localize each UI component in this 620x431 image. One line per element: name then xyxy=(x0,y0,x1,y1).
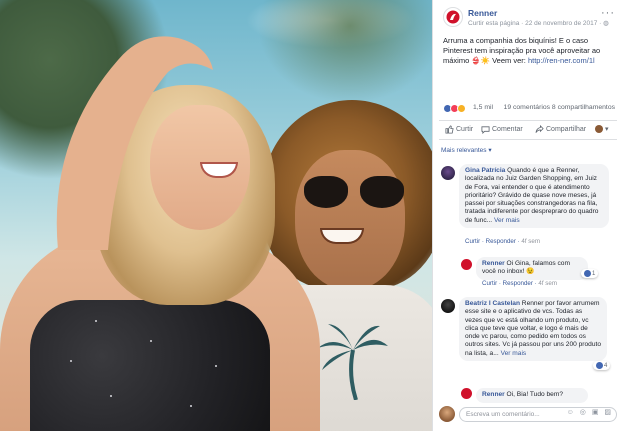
comment-filter[interactable]: Mais relevantes ▾ xyxy=(441,146,492,154)
reply-like-reply-links[interactable]: Curtir · Responder · xyxy=(482,280,538,287)
see-more-link[interactable]: Ver mais xyxy=(501,350,527,357)
comment-button[interactable]: Comentar xyxy=(481,125,523,134)
user-avatar-mini xyxy=(595,125,603,133)
sparkle xyxy=(215,365,217,367)
sparkle xyxy=(95,320,97,322)
woman-swimsuit xyxy=(30,300,270,431)
globe-icon: ◍ xyxy=(603,20,609,27)
reply-item: Renner Oi, Bia! Tudo bem? xyxy=(461,388,617,404)
write-comment-bar: Escreva um comentário... ☺ ◎ ▣ ▨ xyxy=(439,405,617,425)
reaction-selector-button[interactable]: ▾ xyxy=(595,125,609,133)
like-label: Curtir xyxy=(456,126,474,133)
thumbs-up-icon xyxy=(445,125,454,134)
reply-author[interactable]: Renner xyxy=(482,260,505,267)
comment-tools-icons[interactable]: ☺ ◎ ▣ ▨ xyxy=(567,408,613,416)
renner-logo-avatar[interactable] xyxy=(443,7,463,27)
comment-input-placeholder: Escreva um comentário... xyxy=(466,411,540,418)
sparkle xyxy=(150,340,152,342)
sparkle xyxy=(70,360,72,362)
post-actions: Curtir Comentar Compartilhar ▾ xyxy=(439,120,617,140)
comment-share-stats[interactable]: 19 comentários 8 compartilhamentos xyxy=(504,104,615,111)
comment-bubble: Beatriz I Castelan Renner por favor arru… xyxy=(459,297,607,362)
sparkle xyxy=(110,395,112,397)
share-button[interactable]: Compartilhar xyxy=(535,125,586,134)
post-header: Renner Curtir esta página · 22 de novemb… xyxy=(443,7,615,31)
reply-bubble: Renner Oi, Bia! Tudo bem? xyxy=(476,388,588,404)
post-link[interactable]: http://ren-ner.com/1l xyxy=(528,56,595,65)
woman-raised-arm xyxy=(56,36,213,250)
current-user-avatar xyxy=(439,406,455,422)
reply-text: Oi, Bia! Tudo bem? xyxy=(504,391,563,398)
page-name[interactable]: Renner xyxy=(468,8,497,18)
palm-tree-shadow-right xyxy=(250,0,432,110)
comment-label: Comentar xyxy=(492,126,523,133)
reply-author[interactable]: Renner xyxy=(482,391,505,398)
comment-author[interactable]: Beatriz I Castelan xyxy=(465,300,520,307)
wow-reaction-icon xyxy=(457,104,466,113)
renner-reply-avatar[interactable] xyxy=(461,388,472,399)
comment-like-count[interactable]: 4 xyxy=(593,361,611,371)
reaction-count[interactable]: 1,5 mil xyxy=(473,104,493,111)
reply-actions: Curtir · Responder · 4f sem xyxy=(482,280,557,287)
reply-like-count[interactable]: 1 xyxy=(581,269,599,279)
reaction-icons xyxy=(443,104,466,113)
like-reaction-icon xyxy=(584,270,591,277)
sparkle xyxy=(190,405,192,407)
comment-item: Beatriz I Castelan Renner por favor arru… xyxy=(441,297,617,379)
reply-item: Renner Oi Gina, falamos com você no inbo… xyxy=(461,257,617,287)
post-caption: Arruma a companhia dos biquínis! E o cas… xyxy=(443,36,601,65)
like-reaction-icon xyxy=(596,362,603,369)
reactions-bar[interactable]: 1,5 mil 19 comentários 8 compartilhament… xyxy=(443,103,615,115)
renner-logo-icon xyxy=(446,10,460,24)
renner-reply-avatar[interactable] xyxy=(461,259,472,270)
sunglasses xyxy=(300,170,410,214)
post-meta: Curtir esta página · 22 de novembro de 2… xyxy=(468,20,609,27)
reply-time: 4f sem xyxy=(538,280,557,287)
commenter-avatar[interactable] xyxy=(441,299,455,313)
chevron-down-icon: ▾ xyxy=(605,126,609,133)
comment-bubble-icon xyxy=(481,126,490,134)
see-more-link[interactable]: Ver mais xyxy=(494,217,520,224)
ellipsis-icon[interactable]: ··· xyxy=(601,7,615,19)
comment-text: Quando é que a Renner, localizada no Jui… xyxy=(465,167,599,224)
comment-time: 4f sem xyxy=(521,238,540,245)
palm-tree-print xyxy=(318,324,388,400)
like-button[interactable]: Curtir xyxy=(445,125,473,134)
share-label: Compartilhar xyxy=(546,126,587,133)
comment-like-reply-links[interactable]: Curtir · Responder · xyxy=(465,238,521,245)
reply-bubble: Renner Oi Gina, falamos com você no inbo… xyxy=(476,257,588,280)
comment-item: Gina Patrícia Quando é que a Renner, loc… xyxy=(441,164,617,248)
comment-author[interactable]: Gina Patrícia xyxy=(465,167,505,174)
share-arrow-icon xyxy=(535,125,544,133)
comment-text: Renner por favor arrumem esse site e o a… xyxy=(465,300,601,357)
comment-actions: Curtir · Responder · 4f sem xyxy=(465,238,540,245)
post-side-panel: Renner Curtir esta página · 22 de novemb… xyxy=(432,0,620,431)
post-photo[interactable] xyxy=(0,0,432,431)
commenter-avatar[interactable] xyxy=(441,166,455,180)
comment-bubble: Gina Patrícia Quando é que a Renner, loc… xyxy=(459,164,609,229)
